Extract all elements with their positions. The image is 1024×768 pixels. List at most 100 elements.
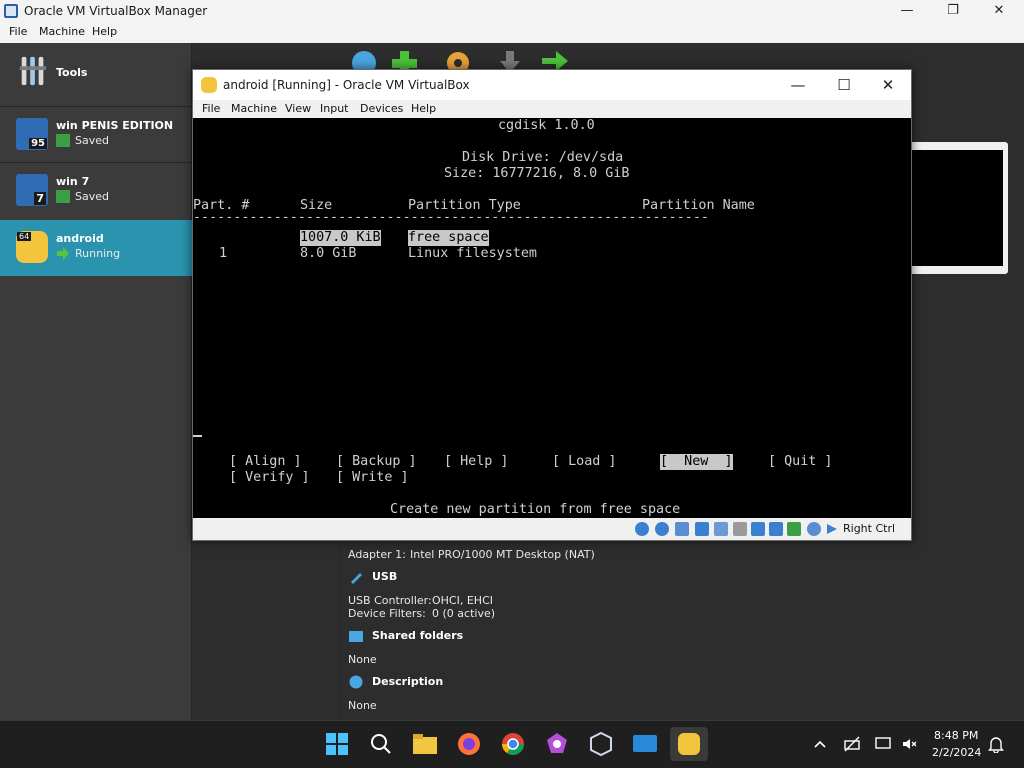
- network-icon[interactable]: [695, 522, 709, 536]
- notification-bell-icon[interactable]: [988, 735, 1004, 753]
- manager-title: Oracle VM VirtualBox Manager: [24, 4, 208, 18]
- file-explorer-icon[interactable]: [410, 729, 440, 759]
- action-load[interactable]: [ Load ]: [552, 454, 617, 470]
- firefox-icon[interactable]: [454, 729, 484, 759]
- saved-state-icon: [56, 134, 70, 147]
- chevron-up-icon[interactable]: [813, 737, 827, 751]
- recording-icon[interactable]: [769, 522, 783, 536]
- mouse-integration-icon[interactable]: [807, 522, 821, 536]
- remote-desktop-icon[interactable]: [630, 729, 660, 759]
- display-icon[interactable]: [751, 522, 765, 536]
- manager-menu-bar: File Machine Help: [0, 23, 1024, 43]
- tools-label: Tools: [56, 66, 88, 79]
- host-key-arrow-icon: [827, 524, 837, 534]
- search-icon[interactable]: [366, 729, 396, 759]
- action-verify[interactable]: [ Verify ]: [229, 470, 310, 486]
- disk-drive-line: Disk Drive: /dev/sda: [462, 150, 624, 165]
- virtualbox-taskbar-icon[interactable]: [586, 729, 616, 759]
- disk-size-line: Size: 16777216, 8.0 GiB: [444, 166, 630, 181]
- action-help[interactable]: [ Help ]: [444, 454, 509, 470]
- running-arrow-icon: [57, 247, 69, 260]
- vm-maximize-button[interactable]: ☐: [821, 70, 867, 100]
- vm-menu-file[interactable]: File: [202, 102, 220, 115]
- vm-close-button[interactable]: ✕: [865, 70, 911, 100]
- description-section-title[interactable]: Description: [372, 675, 443, 688]
- android-vm-icon: [678, 733, 700, 755]
- row-type-selected[interactable]: free space: [408, 230, 489, 246]
- vm-menu-machine[interactable]: Machine: [231, 102, 277, 115]
- row-size[interactable]: 8.0 GiB: [300, 246, 356, 262]
- action-backup[interactable]: [ Backup ]: [336, 454, 417, 470]
- vm-item-android[interactable]: 64 android Running: [0, 220, 192, 276]
- row-size-selected[interactable]: 1007.0 KiB: [300, 230, 381, 246]
- clock-date[interactable]: 2/2/2024: [932, 746, 981, 759]
- clock-time[interactable]: 8:48 PM: [934, 729, 978, 742]
- manager-title-bar: Oracle VM VirtualBox Manager — ❐ ✕: [0, 0, 1024, 23]
- colorful-app-icon[interactable]: [542, 729, 572, 759]
- vm-name: win 7: [56, 175, 90, 188]
- description-value: None: [348, 699, 377, 712]
- minimize-button[interactable]: —: [884, 0, 930, 23]
- row-part: 1: [219, 246, 228, 261]
- vm-list-sidebar: Tools 95 win PENIS EDITION Saved 7 win 7…: [0, 43, 192, 720]
- vm-menu-input[interactable]: Input: [320, 102, 348, 115]
- vm-status-bar: Right Ctrl: [193, 518, 911, 540]
- tools-item[interactable]: Tools: [0, 43, 192, 99]
- windows-95-os-icon: 95: [16, 118, 48, 150]
- vm-minimize-button[interactable]: —: [775, 70, 821, 100]
- shared-folders-value: None: [348, 653, 377, 666]
- virtualbox-logo-icon: [4, 4, 18, 18]
- menu-machine[interactable]: Machine: [39, 25, 85, 38]
- windows-7-os-icon: 7: [16, 174, 48, 206]
- vm-name: win PENIS EDITION: [56, 119, 174, 132]
- vm-state: Running: [75, 247, 121, 260]
- action-write[interactable]: [ Write ]: [336, 470, 409, 486]
- action-quit[interactable]: [ Quit ]: [768, 454, 833, 470]
- shared-folder-status-icon[interactable]: [733, 522, 747, 536]
- windows-taskbar: 8:48 PM 2/2/2024: [0, 720, 1024, 768]
- start-windows-icon[interactable]: [322, 729, 352, 759]
- close-button[interactable]: ✕: [976, 0, 1022, 23]
- android-vm-icon: [201, 77, 217, 93]
- usb-controller-label: USB Controller:: [348, 594, 432, 607]
- description-icon: [349, 675, 363, 689]
- usb-section-title[interactable]: USB: [372, 570, 397, 583]
- usb-status-icon[interactable]: [714, 522, 728, 536]
- vm-details-panel: Adapter 1: Intel PRO/1000 MT Desktop (NA…: [339, 540, 1024, 720]
- device-filters-label: Device Filters:: [348, 607, 426, 620]
- menu-file[interactable]: File: [9, 25, 27, 38]
- vm-menu-devices[interactable]: Devices: [360, 102, 403, 115]
- vm-state: Saved: [75, 134, 109, 147]
- optical-drive-icon[interactable]: [655, 522, 669, 536]
- hard-disk-icon[interactable]: [635, 522, 649, 536]
- usb-icon: [351, 573, 362, 584]
- action-align[interactable]: [ Align ]: [229, 454, 302, 470]
- vm-menu-view[interactable]: View: [285, 102, 311, 115]
- vm-menu-bar: File Machine View Input Devices Help: [193, 100, 911, 118]
- network-disconnected-icon[interactable]: [843, 735, 861, 753]
- host-key-label: Right Ctrl: [843, 522, 896, 535]
- adapter-value: Intel PRO/1000 MT Desktop (NAT): [410, 548, 595, 561]
- row-type[interactable]: Linux filesystem: [408, 246, 537, 262]
- header-divider: ----------------------------------------…: [193, 210, 709, 225]
- guest-terminal-screen[interactable]: cgdisk 1.0.0 Disk Drive: /dev/sda Size: …: [193, 118, 911, 518]
- maximize-button[interactable]: ❐: [930, 0, 976, 23]
- display-network-icon[interactable]: [874, 735, 892, 753]
- menu-help[interactable]: Help: [92, 25, 117, 38]
- cgdisk-title: cgdisk 1.0.0: [498, 118, 595, 133]
- vm-menu-help[interactable]: Help: [411, 102, 436, 115]
- android-vm-taskbar-button[interactable]: [670, 727, 708, 761]
- shared-folder-icon: [349, 631, 363, 642]
- vm-window-title: android [Running] - Oracle VM VirtualBox: [223, 78, 470, 92]
- vm-item-win-95[interactable]: 95 win PENIS EDITION Saved: [0, 107, 192, 163]
- device-filters-value: 0 (0 active): [432, 607, 496, 620]
- saved-state-icon: [56, 190, 70, 203]
- volume-muted-icon[interactable]: [900, 735, 918, 753]
- cpu-icon[interactable]: [787, 522, 801, 536]
- vm-title-bar: android [Running] - Oracle VM VirtualBox…: [193, 70, 911, 100]
- vm-item-win-7[interactable]: 7 win 7 Saved: [0, 163, 192, 219]
- action-new-selected[interactable]: [ New ]: [660, 454, 733, 470]
- chrome-icon[interactable]: [498, 729, 528, 759]
- audio-icon[interactable]: [675, 522, 689, 536]
- shared-folders-section-title[interactable]: Shared folders: [372, 629, 463, 642]
